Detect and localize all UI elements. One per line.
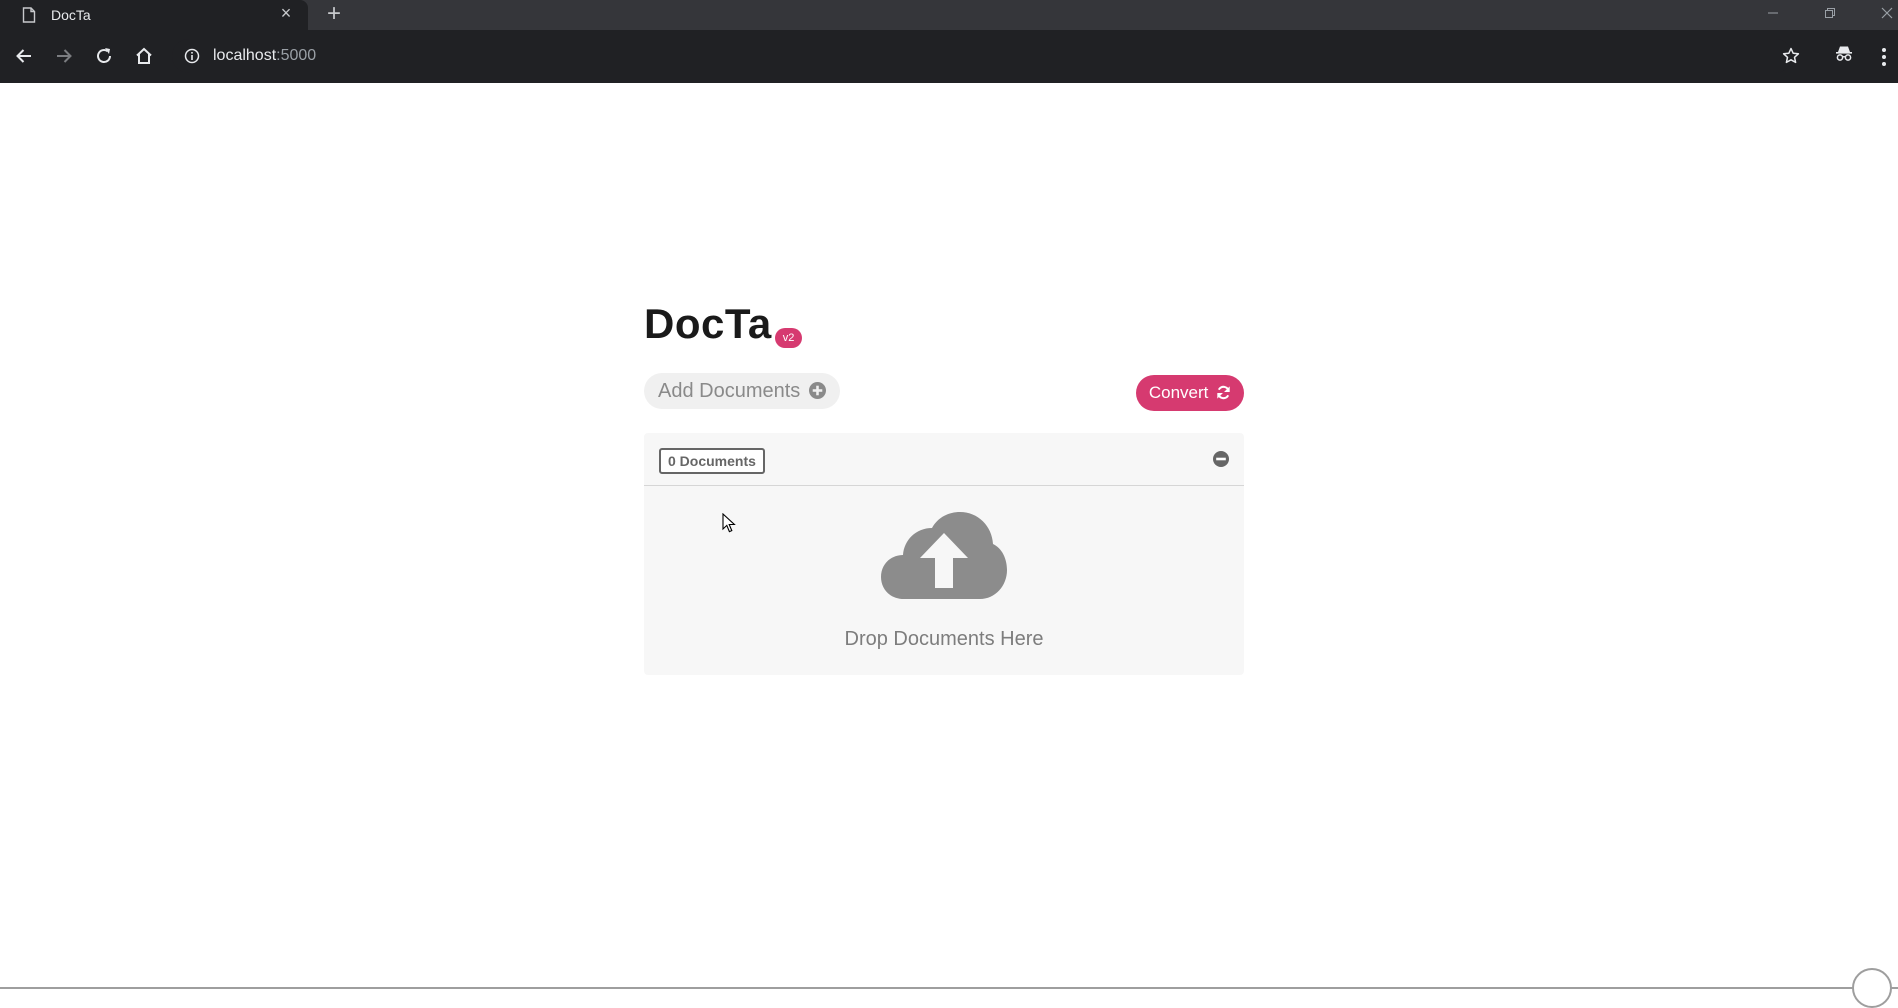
close-tab-icon[interactable]: × <box>278 4 294 22</box>
new-tab-button[interactable]: + <box>322 2 346 26</box>
info-icon[interactable] <box>184 48 200 64</box>
convert-label: Convert <box>1148 383 1209 402</box>
mouse-cursor-icon <box>722 513 736 533</box>
documents-panel: 0 Documents Drop Documents Here <box>644 433 1244 675</box>
refresh-icon <box>1217 385 1230 400</box>
cloud-upload-icon <box>881 512 1007 599</box>
convert-button[interactable]: Convert <box>1136 375 1244 411</box>
tab-strip: DocTa × + <box>0 0 1898 30</box>
tab-title: DocTa <box>51 7 91 23</box>
page-icon <box>22 7 36 23</box>
plus-circle-icon <box>808 382 826 399</box>
page-content: DocTa v2 Add Documents Convert 0 Documen… <box>0 83 1898 989</box>
app-title: DocTa <box>644 300 772 347</box>
menu-icon[interactable] <box>1876 43 1892 71</box>
back-icon[interactable] <box>10 43 38 71</box>
browser-chrome: DocTa × + localhost:5000 <box>0 0 1898 84</box>
url-host: localhost <box>213 47 277 64</box>
document-count-badge: 0 Documents <box>659 448 765 474</box>
url-port: :5000 <box>276 47 317 64</box>
version-badge: v2 <box>775 328 802 348</box>
close-window-icon[interactable] <box>1864 0 1898 28</box>
forward-icon[interactable] <box>50 43 78 71</box>
home-icon[interactable] <box>130 43 158 71</box>
star-icon[interactable] <box>1782 47 1800 65</box>
add-documents-button[interactable]: Add Documents <box>644 373 840 409</box>
minimize-icon[interactable] <box>1750 0 1796 28</box>
browser-toolbar: localhost:5000 <box>0 30 1898 84</box>
restore-icon[interactable] <box>1807 0 1853 28</box>
browser-tab[interactable]: DocTa × <box>0 0 308 30</box>
incognito-icon[interactable] <box>1834 43 1854 63</box>
address-bar[interactable]: localhost:5000 <box>172 39 1800 73</box>
drop-text: Drop Documents Here <box>844 628 1044 650</box>
floating-widget[interactable] <box>1852 968 1892 1008</box>
url-text[interactable]: localhost:5000 <box>213 47 316 65</box>
minus-circle-icon[interactable] <box>1212 450 1230 468</box>
add-documents-label: Add Documents <box>658 380 801 402</box>
panel-header: 0 Documents <box>644 433 1244 486</box>
reload-icon[interactable] <box>90 43 118 71</box>
